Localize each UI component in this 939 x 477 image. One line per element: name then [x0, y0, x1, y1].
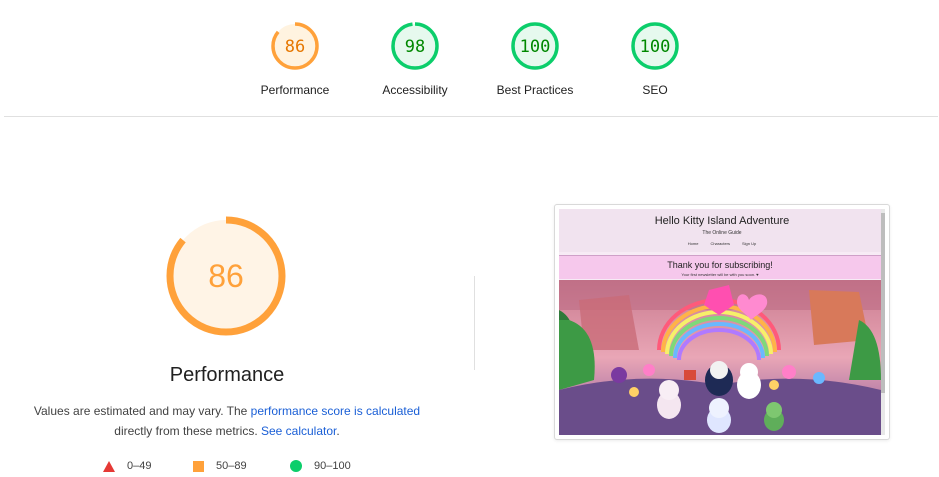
- gauge-label: Best Practices: [496, 83, 574, 97]
- vertical-divider: [474, 276, 475, 370]
- legend-average: 50–89: [193, 460, 247, 472]
- site-nav-item: Sign Up: [742, 241, 757, 246]
- hero-scene-image: [559, 280, 881, 435]
- score-legend: 0–49 50–89 90–100: [0, 460, 454, 476]
- description-text: .: [336, 424, 340, 438]
- performance-score: 86: [208, 258, 244, 294]
- site-nav-item: Home: [687, 241, 699, 246]
- gauge-label: SEO: [642, 83, 668, 97]
- final-screenshot[interactable]: Hello Kitty Island Adventure The Online …: [554, 204, 890, 440]
- square-icon: [193, 460, 204, 472]
- site-nav: Home Characters Sign Up: [559, 241, 885, 246]
- performance-score-gauge: 86: [166, 216, 286, 336]
- legend-range: 0–49: [127, 460, 152, 472]
- gauge-label: Accessibility: [382, 83, 448, 97]
- see-calculator-link[interactable]: See calculator: [261, 424, 336, 438]
- accessibility-gauge-ring: 98: [391, 22, 439, 70]
- header-divider: [4, 116, 938, 117]
- gauge-accessibility[interactable]: 98 Accessibility: [360, 20, 470, 97]
- performance-gauge-ring: 86: [271, 22, 319, 70]
- category-gauges: 86 Performance 98 Accessibility 100 Best…: [0, 0, 939, 116]
- banner-title: Thank you for subscribing!: [667, 260, 773, 270]
- legend-range: 90–100: [314, 460, 351, 472]
- gauge-score: 98: [405, 37, 425, 57]
- site-subtitle: The Online Guide: [702, 230, 742, 236]
- legend-range: 50–89: [216, 460, 247, 472]
- performance-score-link[interactable]: performance score is calculated: [251, 404, 420, 418]
- best-practices-gauge-ring: 100: [511, 22, 559, 70]
- description-text: directly from these metrics.: [114, 424, 261, 438]
- gauge-label: Performance: [260, 83, 330, 97]
- legend-fail: 0–49: [103, 460, 151, 472]
- scrollbar-thumb: [881, 213, 885, 393]
- seo-gauge-ring: 100: [631, 22, 679, 70]
- screenshot-scrollbar: [881, 209, 885, 435]
- subscribe-banner: Thank you for subscribing! Your first ne…: [559, 255, 881, 279]
- screenshot-frame: Hello Kitty Island Adventure The Online …: [559, 209, 885, 435]
- legend-pass: 90–100: [290, 460, 351, 472]
- description-text: Values are estimated and may vary. The: [33, 404, 251, 418]
- performance-title: Performance: [169, 364, 285, 386]
- site-title: Hello Kitty Island Adventure: [654, 215, 790, 227]
- circle-icon: [290, 460, 302, 472]
- gauge-performance[interactable]: 86 Performance: [240, 20, 350, 97]
- triangle-icon: [103, 460, 115, 472]
- site-nav-item: Characters: [710, 241, 730, 246]
- gauge-score: 86: [285, 37, 305, 57]
- gauge-score: 100: [640, 37, 671, 57]
- performance-description: Values are estimated and may vary. The p…: [10, 401, 444, 441]
- gauge-score: 100: [520, 37, 551, 57]
- banner-subtitle: Your first newsletter will be with you s…: [681, 272, 759, 277]
- gauge-seo[interactable]: 100 SEO: [600, 20, 710, 97]
- gauge-best-practices[interactable]: 100 Best Practices: [480, 20, 590, 97]
- site-header: Hello Kitty Island Adventure The Online …: [559, 209, 885, 252]
